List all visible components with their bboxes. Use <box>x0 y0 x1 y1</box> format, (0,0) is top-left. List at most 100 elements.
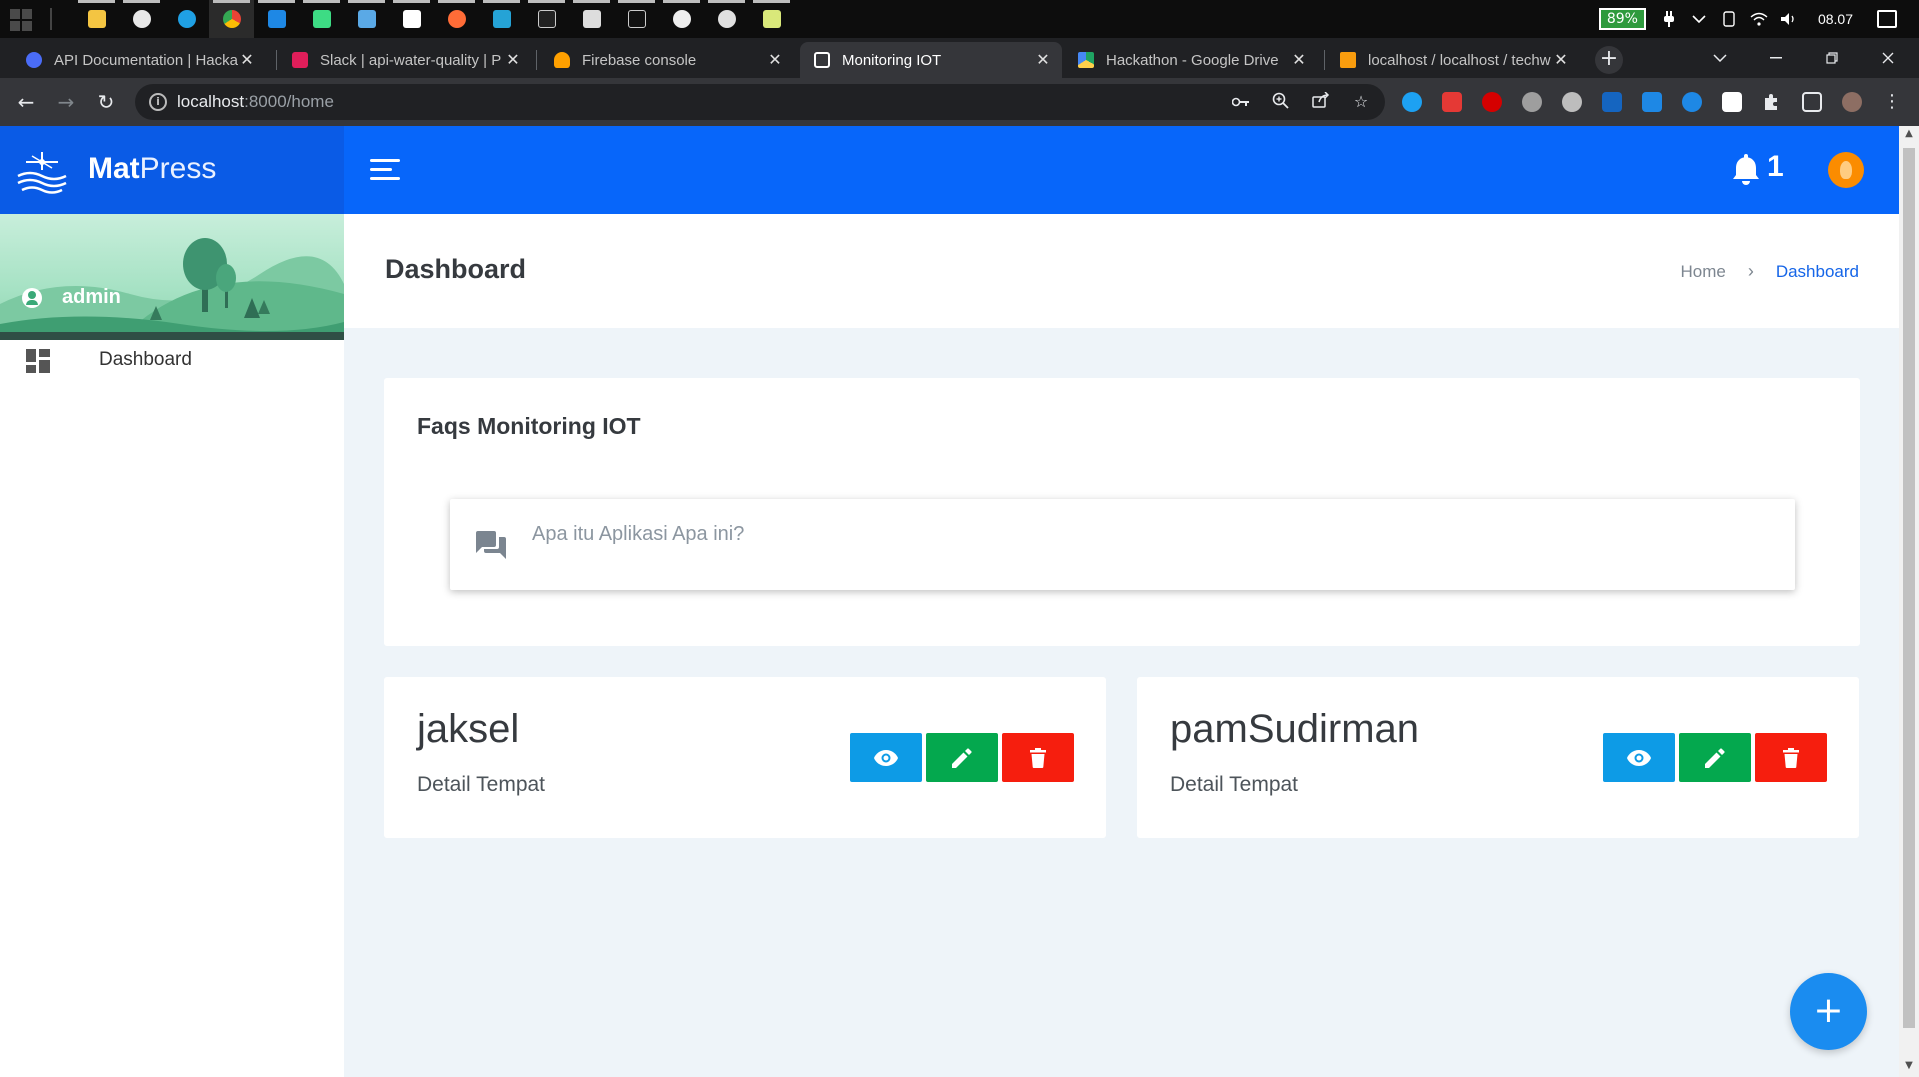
notion-icon[interactable] <box>389 0 434 38</box>
bookmark-star-icon[interactable]: ☆ <box>1351 92 1371 112</box>
lightbulb-icon <box>1840 161 1852 179</box>
wifi-icon[interactable] <box>1750 10 1768 28</box>
settings-icon[interactable] <box>704 0 749 38</box>
windows-start-icon[interactable] <box>10 9 32 31</box>
extension-icon[interactable] <box>1562 92 1582 112</box>
taskbar-clock[interactable]: 08.07 <box>1818 11 1853 27</box>
browser-tab[interactable]: API Documentation | Hacka ✕ <box>12 42 266 78</box>
sidebar-item-dashboard[interactable]: Dashboard <box>0 332 344 388</box>
minimize-icon[interactable] <box>1748 38 1804 78</box>
remote-desktop-icon[interactable] <box>344 0 389 38</box>
close-tab-icon[interactable]: ✕ <box>238 50 256 70</box>
volume-icon[interactable] <box>1780 10 1798 28</box>
extension-icon[interactable] <box>1442 92 1462 112</box>
delete-button[interactable] <box>1755 733 1827 782</box>
new-tab-button[interactable]: + <box>1595 46 1623 74</box>
back-icon[interactable]: ← <box>14 90 38 114</box>
menu-toggle-icon[interactable] <box>370 159 400 181</box>
close-window-icon[interactable] <box>1860 38 1916 78</box>
system-tray: 89% 08.07 <box>1598 0 1919 38</box>
translate-extension-icon[interactable] <box>1642 92 1662 112</box>
add-place-fab-button[interactable]: + <box>1790 973 1867 1050</box>
console-icon[interactable] <box>614 0 659 38</box>
extension-icon[interactable] <box>1602 92 1622 112</box>
tab-search-icon[interactable] <box>1692 38 1748 78</box>
chrome-icon[interactable] <box>209 0 254 38</box>
file-explorer-icon[interactable] <box>74 0 119 38</box>
brand-area[interactable]: MatPress <box>0 126 344 214</box>
paint-icon[interactable] <box>119 0 164 38</box>
site-info-icon[interactable]: i <box>149 93 167 111</box>
scroll-down-icon[interactable]: ▼ <box>1903 1060 1915 1074</box>
browser-tab[interactable]: localhost / localhost / techw ✕ <box>1326 42 1580 78</box>
notification-count[interactable]: 1 <box>1767 150 1784 184</box>
browser-tab-active[interactable]: Monitoring IOT ✕ <box>800 42 1062 78</box>
zoom-icon[interactable] <box>1271 92 1291 112</box>
browser-tab[interactable]: Firebase console ✕ <box>540 42 794 78</box>
faq-question-item[interactable]: Apa itu Aplikasi Apa ini? <box>450 499 1795 590</box>
notification-center-icon[interactable] <box>1877 10 1897 28</box>
media-player-icon[interactable] <box>659 0 704 38</box>
address-bar[interactable]: i localhost:8000/home ☆ <box>135 84 1385 120</box>
tab-favicon <box>26 52 42 68</box>
unity-icon[interactable] <box>569 0 614 38</box>
notepad-icon[interactable] <box>749 0 794 38</box>
page-scrollbar[interactable]: ▲ ▼ <box>1899 126 1919 1077</box>
browser-tab[interactable]: Hackathon - Google Drive ✕ <box>1064 42 1318 78</box>
battery-indicator[interactable]: 89% <box>1598 8 1646 30</box>
phone-link-icon[interactable] <box>1720 10 1738 28</box>
more-menu-icon[interactable]: ⋮ <box>1882 92 1902 112</box>
edit-button[interactable] <box>926 733 998 782</box>
extension-icon[interactable] <box>1482 92 1502 112</box>
close-tab-icon[interactable]: ✕ <box>766 50 784 70</box>
view-button[interactable] <box>850 733 922 782</box>
app-topbar: MatPress 1 <box>0 126 1899 214</box>
trash-icon <box>1030 747 1046 768</box>
close-tab-icon[interactable]: ✕ <box>1034 50 1052 70</box>
editor-icon[interactable] <box>479 0 524 38</box>
tab-divider <box>1324 50 1325 70</box>
extensions-puzzle-icon[interactable] <box>1762 92 1782 112</box>
browser-tab[interactable]: Slack | api-water-quality | P ✕ <box>278 42 532 78</box>
eye-icon <box>874 749 898 766</box>
reload-icon[interactable]: ↻ <box>94 90 118 114</box>
edit-button[interactable] <box>1679 733 1751 782</box>
terminal-icon[interactable] <box>524 0 569 38</box>
forward-icon[interactable]: → <box>54 90 78 114</box>
bell-icon[interactable] <box>1730 152 1762 186</box>
profile-user[interactable]: admin <box>22 286 121 309</box>
chevron-up-icon[interactable] <box>1690 10 1708 28</box>
extension-icon[interactable] <box>1522 92 1542 112</box>
breadcrumb-home-link[interactable]: Home <box>1680 262 1725 282</box>
extension-icon[interactable] <box>1722 92 1742 112</box>
share-icon[interactable] <box>1311 91 1331 112</box>
view-button[interactable] <box>1603 733 1675 782</box>
place-name: jaksel <box>417 707 520 751</box>
scrollbar-thumb[interactable] <box>1903 148 1915 1028</box>
browser-tab-strip: API Documentation | Hacka ✕ Slack | api-… <box>0 38 1919 78</box>
vscode-icon[interactable] <box>254 0 299 38</box>
postman-icon[interactable] <box>434 0 479 38</box>
sidebar: admin Dashboard <box>0 214 344 1077</box>
place-subtitle: Detail Tempat <box>1170 773 1299 796</box>
taskbar-apps <box>74 0 794 38</box>
close-tab-icon[interactable]: ✕ <box>504 50 522 70</box>
user-avatar[interactable] <box>1828 152 1864 188</box>
page-title: Dashboard <box>385 254 527 284</box>
url-text[interactable]: localhost:8000/home <box>177 92 334 112</box>
extension-icon[interactable] <box>1402 92 1422 112</box>
tab-divider <box>276 50 277 70</box>
scroll-up-icon[interactable]: ▲ <box>1903 128 1915 142</box>
edge-icon[interactable] <box>164 0 209 38</box>
faq-question-text: Apa itu Aplikasi Apa ini? <box>532 523 745 545</box>
android-studio-icon[interactable] <box>299 0 344 38</box>
profile-avatar[interactable] <box>1842 92 1862 112</box>
delete-button[interactable] <box>1002 733 1074 782</box>
close-tab-icon[interactable]: ✕ <box>1552 50 1570 70</box>
key-icon[interactable] <box>1231 92 1251 112</box>
restore-icon[interactable] <box>1804 38 1860 78</box>
tab-title: API Documentation | Hacka <box>54 51 238 69</box>
extension-icon[interactable] <box>1682 92 1702 112</box>
close-tab-icon[interactable]: ✕ <box>1290 50 1308 70</box>
side-panel-icon[interactable] <box>1802 92 1822 112</box>
